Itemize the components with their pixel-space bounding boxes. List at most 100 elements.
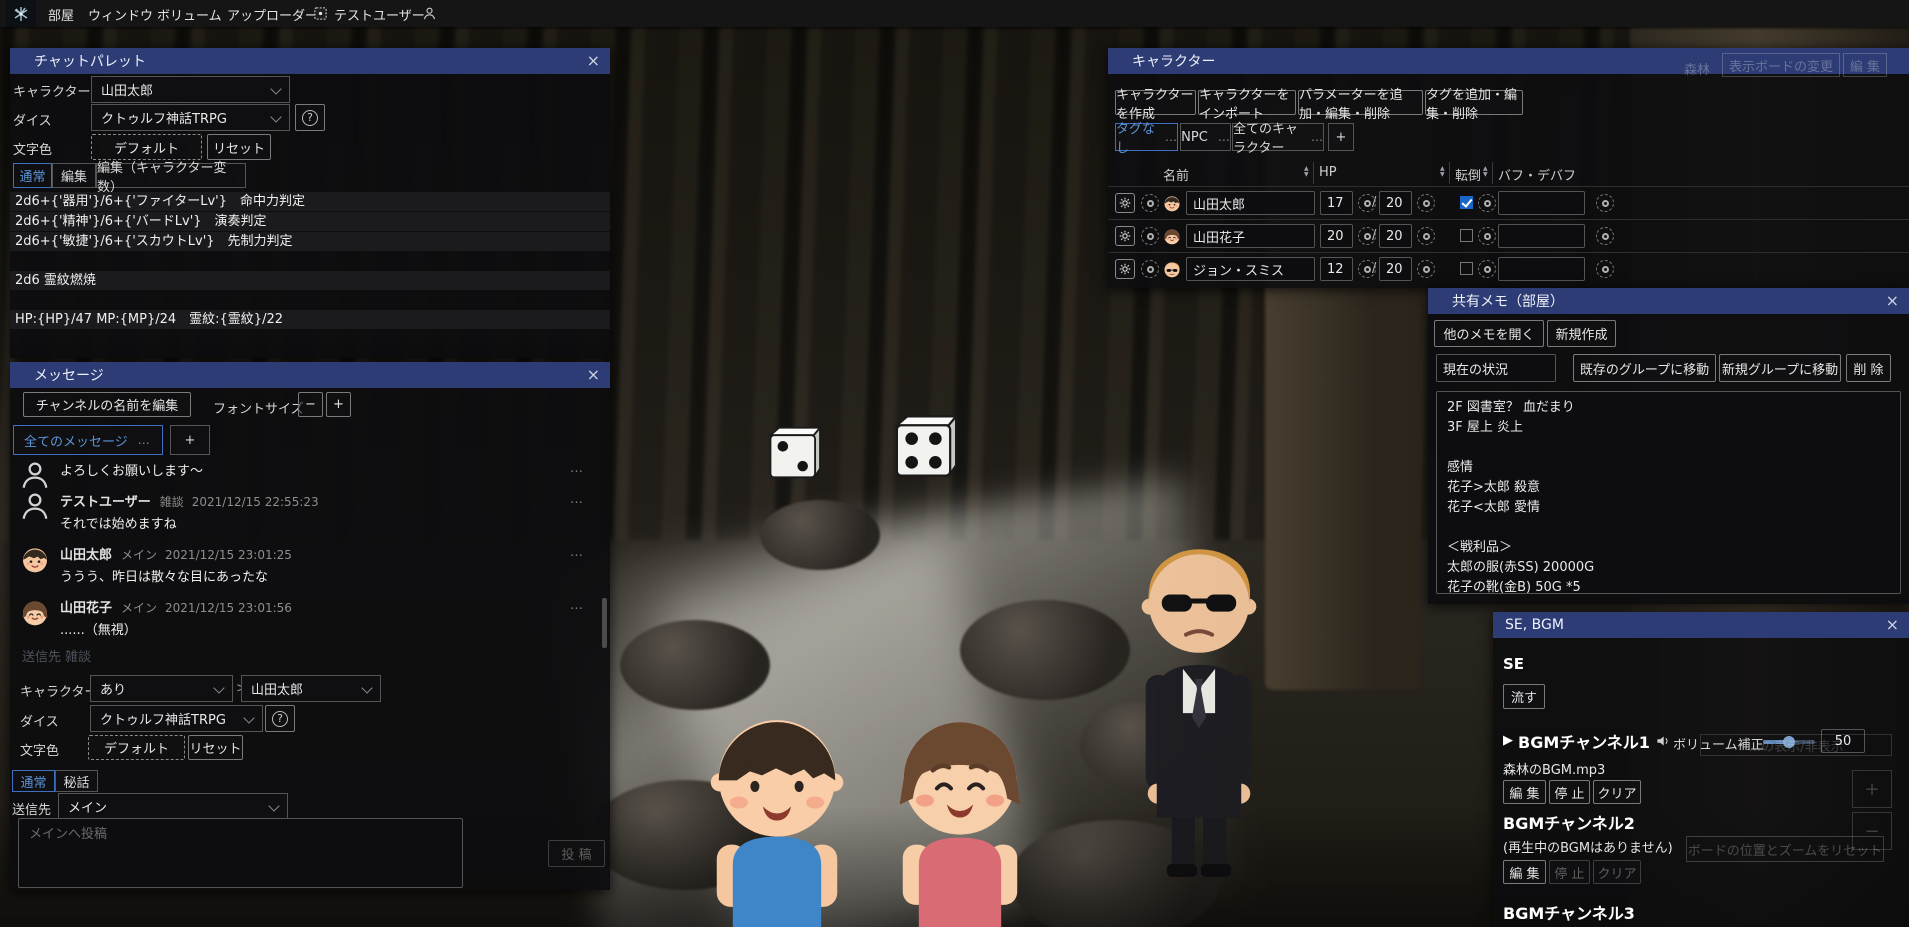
- add-message-tab-button[interactable]: +: [170, 425, 210, 455]
- composer-dice-help-button[interactable]: ?: [265, 705, 295, 732]
- delete-memo-button[interactable]: 削 除: [1846, 354, 1891, 382]
- composer-presence-select[interactable]: あり: [90, 675, 233, 702]
- bgm1-stop-button[interactable]: 停 止: [1549, 780, 1590, 804]
- message-more-icon[interactable]: …: [570, 598, 584, 613]
- chat-palette-header[interactable]: チャットパレット ×: [10, 48, 610, 74]
- message-input[interactable]: [18, 818, 463, 888]
- buff-visibility-icon[interactable]: [1596, 194, 1614, 212]
- character-row[interactable]: /: [1108, 186, 1909, 219]
- character-name-input[interactable]: [1186, 191, 1315, 215]
- edit-tags-button[interactable]: タグを追加・編集・削除: [1425, 90, 1523, 115]
- fallen-visibility-icon[interactable]: [1478, 227, 1496, 245]
- gear-icon[interactable]: [1115, 193, 1135, 213]
- move-to-new-group-button[interactable]: 新規グループに移動: [1719, 354, 1841, 382]
- palette-tab-edit[interactable]: 編集: [52, 163, 96, 188]
- message-more-icon[interactable]: …: [570, 545, 584, 560]
- volume-value-input[interactable]: [1821, 729, 1865, 753]
- buff-visibility-icon[interactable]: [1596, 227, 1614, 245]
- bgm-channel1-heading[interactable]: BGMチャンネル1: [1518, 729, 1650, 753]
- menu-uploader[interactable]: アップローダー: [227, 5, 318, 24]
- user-icon[interactable]: [422, 6, 437, 21]
- menu-volume[interactable]: ボリューム: [157, 5, 222, 24]
- menu-room[interactable]: 部屋: [48, 5, 74, 24]
- palette-tab-edit-variables[interactable]: 編集（キャラクター変数）: [96, 163, 246, 188]
- close-icon[interactable]: ×: [587, 367, 600, 383]
- memo-name-input[interactable]: [1436, 354, 1556, 382]
- open-other-memo-button[interactable]: 他のメモを開く: [1434, 320, 1544, 347]
- die-token[interactable]: [888, 412, 962, 486]
- composer-tab-normal[interactable]: 通常: [12, 770, 55, 792]
- bgm-channel2-heading[interactable]: BGMチャンネル2: [1503, 810, 1635, 834]
- message-item[interactable]: 山田花子メイン2021/12/15 23:01:56......（無視）…: [10, 590, 598, 643]
- message-list[interactable]: よろしくお願いします〜…テストユーザー雑談2021/12/15 22:55:23…: [10, 457, 598, 652]
- font-size-increase-button[interactable]: +: [326, 392, 351, 417]
- hp-max-input[interactable]: [1379, 257, 1412, 281]
- edit-parameters-button[interactable]: パラメーターを追加・編集・削除: [1298, 90, 1423, 115]
- fallen-checkbox[interactable]: [1460, 229, 1473, 242]
- fallen-visibility-icon[interactable]: [1478, 194, 1496, 212]
- palette-line[interactable]: 2d6+{'精神'}/6+{'バードLv'} 演奏判定: [10, 212, 610, 231]
- palette-line[interactable]: HP:{HP}/47 MP:{MP}/24 霊紋:{霊紋}/22: [10, 310, 610, 329]
- post-button[interactable]: 投 稿: [548, 840, 605, 867]
- hp-current-input[interactable]: [1320, 257, 1353, 281]
- composer-color-reset-button[interactable]: リセット: [188, 735, 243, 760]
- bgm1-edit-button[interactable]: 編 集: [1503, 780, 1546, 804]
- character-name-input[interactable]: [1186, 224, 1315, 248]
- hp-max-visibility-icon[interactable]: [1417, 194, 1435, 212]
- message-item[interactable]: よろしくお願いします〜…: [10, 457, 598, 484]
- visibility-toggle-icon[interactable]: [1141, 194, 1159, 212]
- fallen-checkbox[interactable]: [1460, 262, 1473, 275]
- se-play-button[interactable]: 流す: [1503, 684, 1545, 709]
- palette-line[interactable]: 2d6+{'敏捷'}/6+{'スカウトLv'} 先制力判定: [10, 232, 610, 251]
- fallen-checkbox[interactable]: [1460, 196, 1473, 209]
- message-tab-all[interactable]: 全てのメッセージ…: [13, 425, 163, 455]
- memo-header[interactable]: 共有メモ（部屋） ×: [1428, 288, 1909, 314]
- hp-max-input[interactable]: [1379, 224, 1412, 248]
- tag-tab-npc[interactable]: NPC…: [1180, 123, 1231, 151]
- message-scrollbar[interactable]: [602, 598, 607, 648]
- hp-max-visibility-icon[interactable]: [1417, 260, 1435, 278]
- buff-debuff-input[interactable]: [1498, 224, 1585, 248]
- audio-header[interactable]: SE, BGM ×: [1493, 612, 1909, 638]
- character-standee-agent[interactable]: [1128, 506, 1270, 880]
- character-standee-girl[interactable]: [884, 686, 1036, 927]
- bgm2-edit-button[interactable]: 編 集: [1503, 860, 1546, 884]
- close-icon[interactable]: ×: [587, 53, 600, 69]
- composer-dice-select[interactable]: クトゥルフ神話TRPG: [90, 705, 263, 732]
- sort-name-icon[interactable]: ▲▼: [1304, 166, 1309, 178]
- menu-user[interactable]: テストユーザー: [334, 5, 425, 24]
- die-token[interactable]: [763, 424, 825, 486]
- new-memo-button[interactable]: 新規作成: [1547, 320, 1616, 347]
- character-row[interactable]: /: [1108, 252, 1909, 285]
- palette-line[interactable]: 2d6 霊紋燃焼: [10, 271, 610, 290]
- character-name-input[interactable]: [1186, 257, 1315, 281]
- fallen-visibility-icon[interactable]: [1478, 260, 1496, 278]
- palette-tab-normal[interactable]: 通常: [13, 163, 52, 188]
- memo-content-input[interactable]: [1436, 391, 1901, 594]
- import-character-button[interactable]: キャラクターをインポート: [1198, 90, 1296, 115]
- palette-character-select[interactable]: 山田太郎: [91, 76, 290, 103]
- hp-current-input[interactable]: [1320, 224, 1353, 248]
- sort-hp-icon[interactable]: ▲▼: [1440, 166, 1445, 178]
- volume-slider[interactable]: [1763, 740, 1815, 744]
- tag-tab-all-characters[interactable]: 全てのキャラクター…: [1232, 123, 1324, 151]
- tag-tab-untagged[interactable]: タグなし…: [1115, 123, 1178, 151]
- gear-icon[interactable]: [1115, 226, 1135, 246]
- messages-header[interactable]: メッセージ ×: [10, 362, 610, 388]
- close-icon[interactable]: ×: [1886, 617, 1899, 633]
- bgm1-clear-button[interactable]: クリア: [1593, 780, 1641, 804]
- characters-header[interactable]: キャラクター: [1108, 48, 1909, 74]
- tab-menu-icon[interactable]: …: [138, 433, 150, 447]
- buff-visibility-icon[interactable]: [1596, 260, 1614, 278]
- character-standee-boy[interactable]: [696, 686, 858, 927]
- composer-tab-secret[interactable]: 秘話: [55, 770, 98, 792]
- message-more-icon[interactable]: …: [570, 492, 584, 507]
- message-more-icon[interactable]: …: [570, 461, 584, 476]
- app-logo-icon[interactable]: [6, 0, 36, 27]
- sort-fallen-icon[interactable]: ▲▼: [1483, 166, 1488, 178]
- character-row[interactable]: /: [1108, 219, 1909, 252]
- palette-line[interactable]: 2d6+{'器用'}/6+{'ファイターLv'} 命中力判定: [10, 192, 610, 211]
- composer-character-select[interactable]: 山田太郎: [241, 675, 381, 702]
- buff-debuff-input[interactable]: [1498, 257, 1585, 281]
- move-to-existing-group-button[interactable]: 既存のグループに移動: [1573, 354, 1716, 382]
